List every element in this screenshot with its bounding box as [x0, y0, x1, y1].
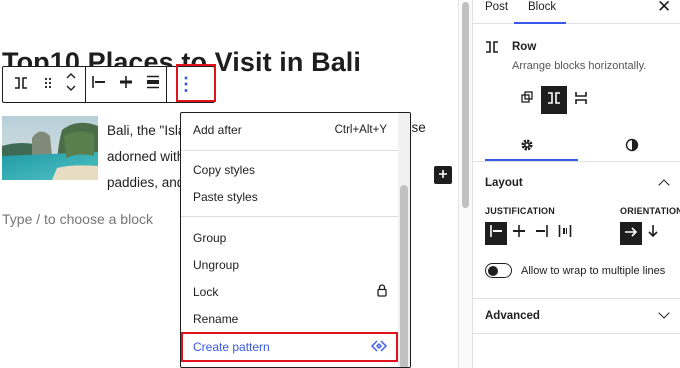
chevron-down-icon[interactable]: [658, 307, 670, 319]
menu-item-label: Lock: [193, 285, 219, 299]
justify-left-icon: [91, 75, 107, 94]
justify-right-option[interactable]: [531, 222, 553, 245]
orientation-options: [620, 222, 664, 245]
justify-space-between-icon: [558, 224, 572, 243]
block-options-menu: Add after Ctrl+Alt+Y Copy styles Paste s…: [180, 112, 411, 368]
chevron-up-icon[interactable]: [658, 179, 670, 191]
block-appender-placeholder[interactable]: Type / to choose a block: [2, 211, 153, 227]
menu-item-shortcut: Ctrl+Alt+Y: [334, 124, 387, 136]
wrap-toggle[interactable]: [485, 263, 512, 278]
variation-stack-button[interactable]: [568, 86, 594, 114]
justify-left-option[interactable]: [485, 222, 507, 245]
paragraph-line: Bali, the "Isla: [107, 123, 186, 138]
justify-right-icon: [535, 224, 549, 243]
editor-scrollbar-thumb[interactable]: [462, 2, 469, 208]
menu-divider: [181, 150, 399, 151]
row-block-icon: [485, 40, 499, 58]
highlight-more-options: [176, 64, 216, 102]
advanced-panel-title[interactable]: Advanced: [485, 310, 540, 322]
settings-styles-tabs: [473, 128, 680, 162]
justify-stretch-icon: [146, 75, 160, 94]
justify-stretch-button[interactable]: [140, 67, 166, 102]
tab-block[interactable]: Block: [528, 0, 556, 14]
row-block-type-button[interactable]: [3, 67, 39, 102]
arrow-right-icon: [624, 225, 638, 243]
justify-center-button[interactable]: [112, 67, 140, 102]
styles-contrast-icon[interactable]: [625, 138, 639, 157]
row-block-type-icon: [14, 76, 28, 94]
block-variations: [514, 86, 595, 114]
menu-item-copy-styles[interactable]: Copy styles: [181, 156, 399, 184]
justification-options: [485, 222, 577, 245]
justify-left-icon: [489, 224, 503, 243]
menu-item-label: Add after: [193, 123, 242, 137]
add-block-button[interactable]: [434, 166, 452, 184]
orientation-vertical-option[interactable]: [642, 222, 664, 245]
justify-center-option[interactable]: [508, 222, 530, 245]
settings-sidebar: Post Block ✕ Row Arrange blocks horizont…: [472, 0, 680, 368]
stack-icon: [575, 91, 587, 110]
menu-item-label: Ungroup: [193, 258, 240, 272]
sidebar-tabs: Post Block ✕: [473, 0, 680, 24]
orientation-horizontal-option[interactable]: [620, 222, 642, 245]
move-up-down-icon: [65, 71, 77, 98]
arrow-down-icon: [647, 224, 659, 243]
paragraph-line: paddies, and: [107, 175, 185, 190]
menu-item-label: Paste styles: [193, 190, 258, 204]
orientation-label: ORIENTATION: [620, 206, 680, 216]
tab-post[interactable]: Post: [485, 0, 508, 14]
move-up-down-button[interactable]: [57, 67, 85, 102]
menu-scrollbar[interactable]: [398, 113, 410, 367]
menu-scrollbar-thumb[interactable]: [400, 185, 408, 367]
panel-divider: [473, 333, 680, 334]
justify-space-between-option[interactable]: [554, 222, 576, 245]
menu-item-label: Group: [193, 231, 227, 245]
close-icon[interactable]: ✕: [657, 0, 671, 16]
row-icon: [547, 91, 561, 109]
editor-canvas: Top10 Places to Visit in Bali ⋮ Bali, th…: [0, 0, 458, 368]
justification-toolbar-group: [86, 67, 166, 102]
menu-item-group[interactable]: Group: [181, 224, 399, 252]
paragraph-line: adorned with: [107, 149, 185, 164]
justify-center-icon: [118, 75, 134, 94]
panel-divider: [473, 298, 680, 299]
settings-gear-icon[interactable]: [520, 138, 534, 157]
plus-icon: [438, 166, 448, 184]
menu-item-paste-styles[interactable]: Paste styles: [181, 183, 399, 211]
block-name: Row: [512, 41, 537, 53]
highlight-create-pattern: [181, 332, 398, 362]
variation-row-button[interactable]: [541, 86, 567, 114]
drag-handle-icon: [44, 76, 52, 94]
bali-beach-image: [2, 116, 98, 180]
menu-item-lock[interactable]: Lock: [181, 278, 399, 306]
drag-handle-button[interactable]: [39, 67, 57, 102]
editor-scrollbar[interactable]: [458, 0, 472, 368]
menu-item-label: Copy styles: [193, 163, 256, 177]
block-description: Arrange blocks horizontally.: [512, 60, 647, 72]
menu-item-add-after[interactable]: Add after Ctrl+Alt+Y: [181, 116, 399, 144]
menu-divider: [181, 216, 399, 217]
menu-item-rename[interactable]: Rename: [181, 305, 399, 333]
paragraph-text[interactable]: Bali, the "Isla adorned with paddies, an…: [107, 118, 185, 196]
group-icon: [520, 91, 534, 109]
menu-item-label: Rename: [193, 312, 239, 326]
justification-label: JUSTIFICATION: [485, 206, 555, 216]
variation-group-button[interactable]: [514, 86, 540, 114]
wrap-toggle-label[interactable]: Allow to wrap to multiple lines: [521, 265, 665, 277]
active-tab-indicator: [514, 22, 566, 24]
active-subtab-indicator: [485, 159, 578, 161]
layout-panel-title[interactable]: Layout: [485, 177, 523, 189]
lock-icon: [377, 284, 387, 300]
justify-left-button[interactable]: [86, 67, 112, 102]
menu-item-ungroup[interactable]: Ungroup: [181, 251, 399, 279]
toggle-knob: [488, 265, 498, 276]
justify-center-icon: [512, 224, 526, 243]
